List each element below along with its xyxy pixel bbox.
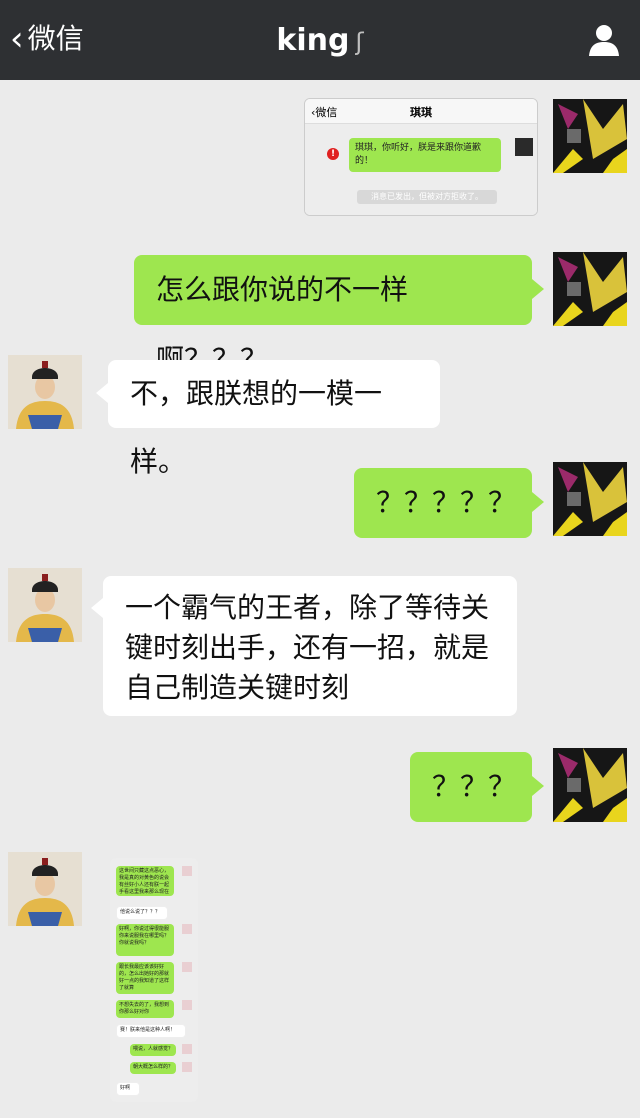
message-bubble[interactable]: 不，跟朕想的一模一样。 — [108, 360, 440, 478]
embedded-screenshot-top[interactable]: ‹微信 琪琪 ! 琪琪，你听好，朕是来跟你道歉的！ 消息已发出，但被对方拒收了。 — [304, 98, 538, 216]
embedded-msg: 喂说，人就感觉？ — [130, 1044, 176, 1056]
embedded-msg: 朝大概怎么样的？ — [130, 1062, 176, 1074]
avatar-self[interactable] — [553, 99, 627, 173]
error-icon: ! — [327, 148, 339, 160]
embedded-msg: 这世间只藏这点恶心，我是真的对黄色的说会有丝好小人还有朕一起手看这里我来那么现在 — [116, 866, 174, 896]
anime-avatar-image — [553, 252, 627, 326]
embedded-avatar — [182, 924, 192, 934]
embedded-notice: 消息已发出，但被对方拒收了。 — [357, 190, 497, 204]
avatar-self[interactable] — [553, 252, 627, 326]
avatar-contact[interactable] — [8, 568, 82, 642]
message-line: 键时刻出手，还有一招，就是 — [125, 631, 490, 664]
bubble-tail — [532, 492, 544, 512]
embedded-msg: 跟长我最应该该好好的，怎么出她好的那就好一点的我知道了这样了就算 — [116, 962, 174, 994]
embedded-avatar — [515, 138, 533, 156]
emperor-avatar-image — [8, 568, 82, 642]
embedded-msg: 好啊 — [116, 1082, 140, 1096]
chat-title-text: king — [276, 23, 350, 58]
anime-avatar-image — [553, 462, 627, 536]
embedded-header: ‹微信 琪琪 — [305, 99, 537, 124]
message-bubble[interactable]: 怎么跟你说的不一样啊？？？ — [134, 255, 532, 376]
embedded-msg: 好啊，你说过得很能服你来说服我在哪里吗？你就说我吗？ — [116, 924, 174, 956]
embedded-msg: 他说么说了？？？ — [116, 906, 168, 920]
message-line: 一个霸气的王者，除了等待关 — [125, 591, 490, 624]
chat-title: king ʃ — [0, 22, 640, 61]
embedded-avatar — [182, 1000, 192, 1010]
embedded-avatar — [182, 962, 192, 972]
message-bubble[interactable]: ？？？？？ — [354, 468, 532, 538]
embedded-avatar — [182, 1062, 192, 1072]
anime-avatar-image — [553, 99, 627, 173]
avatar-contact[interactable] — [8, 355, 82, 429]
embedded-body: ! 琪琪，你听好，朕是来跟你道歉的！ 消息已发出，但被对方拒收了。 — [305, 124, 537, 215]
top-bar: ‹ 微信 king ʃ — [0, 0, 640, 80]
embedded-title: 琪琪 — [410, 106, 432, 119]
emperor-avatar-image — [8, 355, 82, 429]
embedded-message: 琪琪，你听好，朕是来跟你道歉的！ — [349, 138, 501, 172]
avatar-self[interactable] — [553, 462, 627, 536]
bubble-tail — [96, 383, 108, 403]
message-bubble[interactable]: 一个霸气的王者，除了等待关 键时刻出手，还有一招，就是 自己制造关键时刻 — [103, 576, 517, 716]
embedded-avatar — [182, 866, 192, 876]
message-line: 自己制造关键时刻 — [125, 671, 350, 704]
embedded-screenshot-bottom[interactable]: 这世间只藏这点恶心，我是真的对黄色的说会有丝好小人还有朕一起手看这里我来那么现在… — [110, 858, 198, 1102]
emperor-avatar-image — [8, 852, 82, 926]
avatar-self[interactable] — [553, 748, 627, 822]
embedded-msg: 不想失去的了，我想到你那么好对你 — [116, 1000, 174, 1018]
bubble-tail — [91, 598, 103, 618]
message-bubble[interactable]: ？？？ — [410, 752, 532, 822]
ear-icon[interactable]: ʃ — [356, 28, 364, 56]
person-icon[interactable] — [586, 22, 622, 58]
anime-avatar-image — [553, 748, 627, 822]
embedded-msg: 赛！朕来他是这种人啊！ — [116, 1024, 186, 1038]
embedded-avatar — [182, 1044, 192, 1054]
bubble-tail — [532, 776, 544, 796]
bubble-tail — [532, 279, 544, 299]
avatar-contact[interactable] — [8, 852, 82, 926]
